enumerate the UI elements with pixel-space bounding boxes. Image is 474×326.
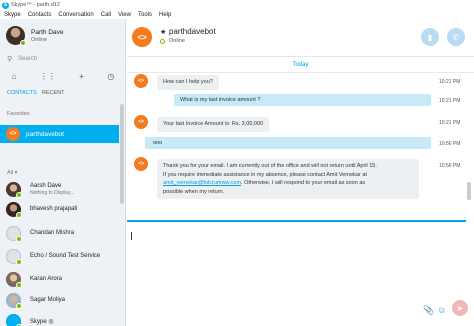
avatar xyxy=(6,271,22,288)
message-line: . Otherwise, I will respond to your emai… xyxy=(241,180,366,186)
message-bubble: How can I help you? xyxy=(157,75,219,90)
email-link[interactable]: amit_vernekar@fulcrumww.com xyxy=(163,180,241,186)
menu-view[interactable]: View xyxy=(118,12,131,18)
message-line: If you require immediate assistance in m… xyxy=(163,171,367,178)
call-button[interactable]: ✆ xyxy=(447,28,465,46)
message-line: Thank you for your email. I am currently… xyxy=(163,163,377,169)
sidebar-item-label: parthdavebot xyxy=(26,130,64,138)
contact-item[interactable]: Sagar Moliya xyxy=(0,290,119,310)
message-bubble: ooo xyxy=(145,137,431,149)
sidebar: Parth Dave Online ⚲ Search ⌂ ⋮⋮ + ◷ CONT… xyxy=(0,19,126,326)
menu-contacts[interactable]: Contacts xyxy=(28,12,52,18)
contact-tabs: CONTACTS RECENT xyxy=(0,87,126,99)
avatar[interactable] xyxy=(6,26,26,46)
conversation-status: Online xyxy=(169,38,185,44)
conversation-title[interactable]: parthdavebot xyxy=(169,27,216,36)
message-line: possible when my return. xyxy=(163,188,225,195)
menu-help[interactable]: Help xyxy=(159,12,171,18)
message-bubble: Your last Invoice Amount is: Rs. 3,00,00… xyxy=(157,117,270,132)
tab-contacts[interactable]: CONTACTS xyxy=(7,90,37,96)
message-time: 10:21 PM xyxy=(439,98,461,104)
online-status-icon xyxy=(20,40,26,46)
contact-item[interactable]: Skype ◎ xyxy=(0,311,119,326)
message-bubble: What is my last invoice amount ? xyxy=(174,94,431,106)
search-icon: ⚲ xyxy=(7,56,13,63)
skype-logo-icon: S xyxy=(2,1,9,9)
menu-tools[interactable]: Tools xyxy=(138,12,152,18)
all-contacts-heading[interactable]: All ▾ xyxy=(7,170,17,176)
divider xyxy=(127,72,474,73)
search-box[interactable]: ⚲ Search xyxy=(0,50,126,68)
message-input[interactable] xyxy=(131,232,132,240)
contact-name: Aarsh Dave xyxy=(30,182,62,189)
message-time: 10:21 PM xyxy=(439,79,461,85)
menu-call[interactable]: Call xyxy=(101,12,111,18)
profile-card[interactable]: Parth Dave Online xyxy=(0,19,126,50)
contact-name: Karan Arora xyxy=(30,276,63,282)
emoji-icon[interactable]: ☺ xyxy=(437,305,446,315)
contact-item[interactable]: Karan Arora xyxy=(0,269,119,289)
avatar xyxy=(6,248,22,265)
window-title: Skype™ - parth.d12 xyxy=(11,2,60,8)
conversation-header: <> ★ parthdavebot Online ▮ ✆ xyxy=(127,19,474,57)
bot-avatar-icon: <> xyxy=(134,157,148,171)
home-icon[interactable]: ⌂ xyxy=(12,72,17,81)
contact-name: Sagar Moliya xyxy=(30,297,66,303)
sidebar-item-parthdavebot[interactable]: <> parthdavebot xyxy=(0,125,119,143)
send-button[interactable]: ➤ xyxy=(452,300,468,316)
contact-name: Chandan Mishra xyxy=(30,230,75,236)
bot-avatar-icon[interactable]: <> xyxy=(132,27,152,47)
title-bar: S Skype™ - parth.d12 xyxy=(0,0,474,10)
video-call-button[interactable]: ▮ xyxy=(421,28,439,46)
contact-item[interactable]: Echo / Sound Test Service xyxy=(0,246,119,266)
avatar xyxy=(6,225,22,242)
sidebar-toolbar: ⌂ ⋮⋮ + ◷ xyxy=(0,68,126,85)
date-divider: Today xyxy=(292,62,309,68)
video-call-icon: ▮ xyxy=(427,32,433,42)
contact-name: Skype ◎ xyxy=(30,318,54,325)
contact-name: bhavesh prajapati xyxy=(30,206,78,212)
call-icon: ✆ xyxy=(452,32,460,42)
search-input[interactable]: Search xyxy=(18,56,37,62)
avatar xyxy=(6,292,22,309)
bot-avatar-icon: <> xyxy=(134,115,148,129)
send-icon: ➤ xyxy=(456,303,464,313)
profile-status[interactable]: Online xyxy=(31,37,47,43)
contact-item[interactable]: Aarsh Dave Nothing to Display... xyxy=(0,179,119,199)
avatar xyxy=(6,181,22,198)
dialpad-icon[interactable]: ⋮⋮ xyxy=(40,72,56,81)
online-status-icon xyxy=(160,39,165,44)
sidebar-scrollbar[interactable] xyxy=(120,104,124,204)
bot-avatar-icon: <> xyxy=(134,74,148,88)
bot-avatar-icon: <> xyxy=(6,127,20,141)
conversation-scrollbar[interactable] xyxy=(467,182,471,200)
contact-item[interactable]: bhavesh prajapati xyxy=(0,199,119,219)
menu-skype[interactable]: Skype xyxy=(4,12,21,18)
favorites-heading: Favorites xyxy=(7,111,30,117)
contact-mood: Nothing to Display... xyxy=(30,189,75,196)
attach-icon[interactable]: 📎 xyxy=(423,305,434,316)
avatar xyxy=(6,313,22,326)
tab-recent[interactable]: RECENT xyxy=(42,90,65,96)
message-input-border xyxy=(127,220,466,222)
profile-name: Parth Dave xyxy=(31,29,64,36)
conversation-pane: <> ★ parthdavebot Online ▮ ✆ Today <> Ho… xyxy=(127,19,474,326)
menu-conversation[interactable]: Conversation xyxy=(58,12,93,18)
contact-name: Echo / Sound Test Service xyxy=(30,253,101,259)
avatar xyxy=(6,201,22,218)
message-time: 10:56 PM xyxy=(439,141,461,147)
history-icon[interactable]: ◷ xyxy=(107,72,114,81)
contact-item[interactable]: Chandan Mishra xyxy=(0,223,119,243)
message-bubble: Thank you for your email. I am currently… xyxy=(157,159,419,199)
message-time: 10:21 PM xyxy=(439,120,461,126)
message-time: 10:56 PM xyxy=(439,163,461,169)
menu-bar: Skype Contacts Conversation Call View To… xyxy=(0,10,474,19)
add-icon[interactable]: + xyxy=(79,72,84,81)
favorite-star-icon[interactable]: ★ xyxy=(160,28,166,36)
